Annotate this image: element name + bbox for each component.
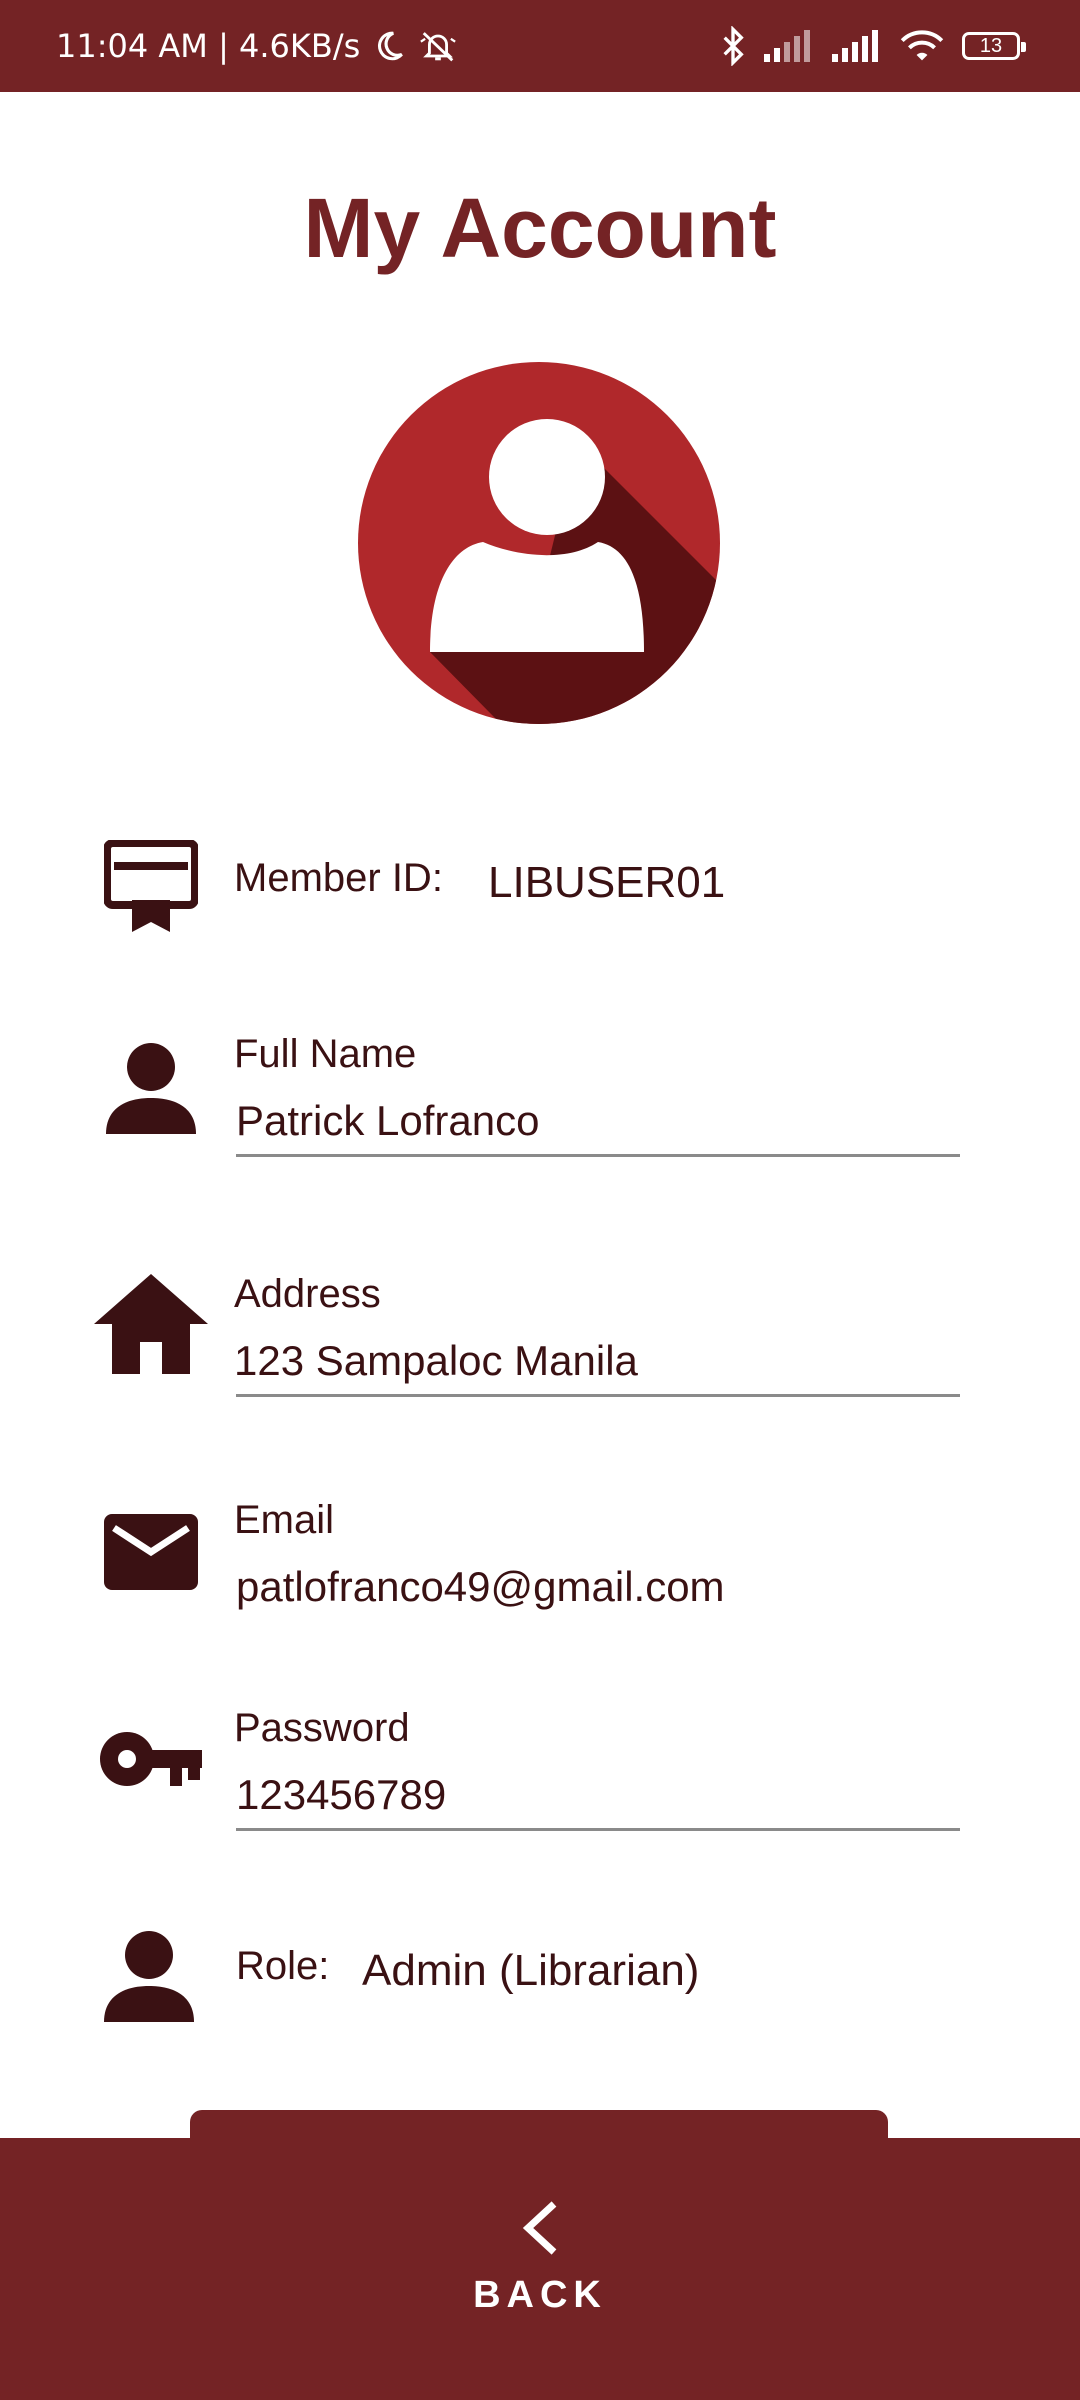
- role-label: Role:: [236, 1944, 330, 1988]
- password-label: Password: [234, 1706, 410, 1750]
- bell-off-icon: [420, 32, 457, 62]
- battery-level: 13: [979, 34, 1003, 57]
- avatar: [358, 362, 720, 724]
- chevron-left-icon: [522, 2201, 557, 2255]
- bluetooth-icon: [723, 26, 744, 66]
- status-right: 13: [720, 0, 1026, 92]
- home-icon: [94, 1274, 208, 1374]
- member-id-value: LIBUSER01: [488, 858, 726, 907]
- signal-icon: [832, 30, 878, 62]
- password-underline: [236, 1828, 960, 1831]
- key-icon: [100, 1732, 202, 1786]
- full-name-field[interactable]: Patrick Lofranco: [236, 1097, 539, 1145]
- battery-icon: 13: [962, 32, 1026, 60]
- status-time-speed: 11:04 AM | 4.6KB/s: [56, 27, 361, 65]
- member-card-icon: [104, 840, 198, 932]
- address-label: Address: [234, 1272, 381, 1316]
- email-value: patlofranco49@gmail.com: [236, 1563, 725, 1610]
- address-underline: [236, 1394, 960, 1397]
- full-name-label: Full Name: [234, 1032, 417, 1076]
- back-label: BACK: [473, 2274, 607, 2316]
- address-field[interactable]: 123 Sampaloc Manila: [234, 1337, 638, 1385]
- full-name-underline: [236, 1154, 960, 1157]
- wifi-icon: [900, 30, 944, 61]
- email-label: Email: [234, 1498, 335, 1542]
- back-button[interactable]: BACK: [440, 2200, 640, 2350]
- person-icon: [106, 1043, 196, 1134]
- page-title: My Account: [303, 181, 777, 275]
- moon-icon: [378, 31, 404, 61]
- member-id-label: Member ID:: [234, 856, 443, 900]
- role-person-icon: [104, 1931, 194, 2022]
- status-left: 11:04 AM | 4.6KB/s: [56, 0, 458, 92]
- status-bar: 11:04 AM | 4.6KB/s 13: [0, 0, 1080, 92]
- signal-icon: [764, 30, 810, 62]
- password-field[interactable]: 123456789: [236, 1771, 446, 1819]
- role-value: Admin (Librarian): [362, 1946, 700, 1995]
- email-icon: [104, 1514, 198, 1590]
